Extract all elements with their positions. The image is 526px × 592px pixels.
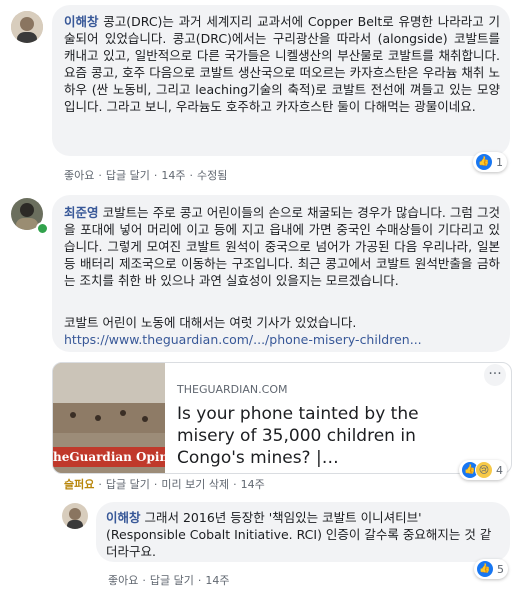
- thumbnail-caption-prefix: he: [53, 450, 70, 464]
- card-source: THEGUARDIAN.COM: [177, 383, 288, 396]
- comment-text: 콩고(DRC)는 과거 세계지리 교과서에 Copper Belt로 유명한 나…: [64, 14, 500, 114]
- link-preview-card[interactable]: heGuardian Opinions THEGUARDIAN.COM Is y…: [52, 362, 512, 474]
- edited-label: 수정됨: [196, 169, 228, 182]
- reaction-count[interactable]: 👍 😢 4: [459, 460, 507, 480]
- reaction-count[interactable]: 👍 5: [474, 559, 508, 579]
- thumbnail-caption: heGuardian Opinions: [53, 447, 165, 467]
- online-status-dot: [36, 222, 49, 235]
- comment-bubble: 이해창 그래서 2016년 등장한 '책임있는 코발트 이니셔티브' (Resp…: [96, 502, 510, 562]
- reaction-number: 4: [496, 463, 503, 477]
- avatar-photo: [11, 11, 43, 43]
- article-thumbnail: heGuardian Opinions: [53, 363, 165, 473]
- timestamp[interactable]: 14주: [241, 476, 265, 492]
- thumbs-up-icon: 👍: [475, 153, 493, 171]
- reaction-count[interactable]: 👍 1: [473, 152, 507, 172]
- author-name[interactable]: 이해창: [64, 14, 99, 29]
- comment-text: 그래서 2016년 등장한 '책임있는 코발트 이니셔티브' (Responsi…: [106, 510, 492, 559]
- avatar[interactable]: [62, 503, 88, 529]
- author-name[interactable]: 최준영: [64, 205, 99, 220]
- reaction-number: 1: [496, 155, 503, 169]
- thumbs-up-icon: 👍: [476, 560, 494, 578]
- comment-bubble: 이해창 콩고(DRC)는 과거 세계지리 교과서에 Copper Belt로 유…: [52, 5, 510, 156]
- reply-link[interactable]: 답글 달기: [106, 476, 150, 492]
- reaction-link[interactable]: 슬퍼요: [64, 476, 94, 492]
- avatar[interactable]: [11, 11, 43, 43]
- reaction-number: 5: [497, 562, 504, 576]
- timestamp[interactable]: 14주: [205, 572, 229, 588]
- ellipsis-icon[interactable]: ···: [484, 364, 506, 386]
- comment-bubble: 최준영 코발트는 주로 콩고 어린이들의 손으로 채굴되는 경우가 많습니다. …: [52, 195, 510, 352]
- comment-body: 이해창 콩고(DRC)는 과거 세계지리 교과서에 Copper Belt로 유…: [64, 13, 500, 115]
- comment-text-2: 코발트 어린이 노동에 대해서는 여럿 기사가 있었습니다.: [64, 315, 357, 330]
- comment-actions: 좋아요 · 답글 달기 · 14주: [108, 572, 230, 588]
- reply-link[interactable]: 답글 달기: [106, 167, 150, 183]
- comment-body: 최준영 코발트는 주로 콩고 어린이들의 손으로 채굴되는 경우가 많습니다. …: [64, 204, 500, 289]
- sad-face-icon: 😢: [475, 461, 493, 479]
- comment-actions: 슬퍼요 · 답글 달기 · 미리 보기 삭제 · 14주: [64, 476, 265, 492]
- comment-actions: 좋아요 · 답글 달기 · 14주 · 수정됨: [64, 167, 228, 183]
- reply-link[interactable]: 답글 달기: [150, 572, 194, 588]
- comment-body: 이해창 그래서 2016년 등장한 '책임있는 코발트 이니셔티브' (Resp…: [106, 509, 502, 560]
- thumbnail-caption-text: Guardian Opinions: [69, 450, 165, 464]
- card-title[interactable]: Is your phone tainted by the misery of 3…: [177, 403, 477, 469]
- remove-preview-link[interactable]: 미리 보기 삭제: [161, 476, 229, 492]
- article-link[interactable]: https://www.theguardian.com/.../phone-mi…: [64, 331, 504, 348]
- timestamp[interactable]: 14주: [161, 167, 185, 183]
- comment-text: 코발트는 주로 콩고 어린이들의 손으로 채굴되는 경우가 많습니다. 그럼 그…: [64, 205, 500, 288]
- author-name[interactable]: 이해창: [106, 510, 141, 525]
- avatar-photo: [62, 503, 88, 529]
- like-link[interactable]: 좋아요: [108, 572, 138, 588]
- like-link[interactable]: 좋아요: [64, 167, 94, 183]
